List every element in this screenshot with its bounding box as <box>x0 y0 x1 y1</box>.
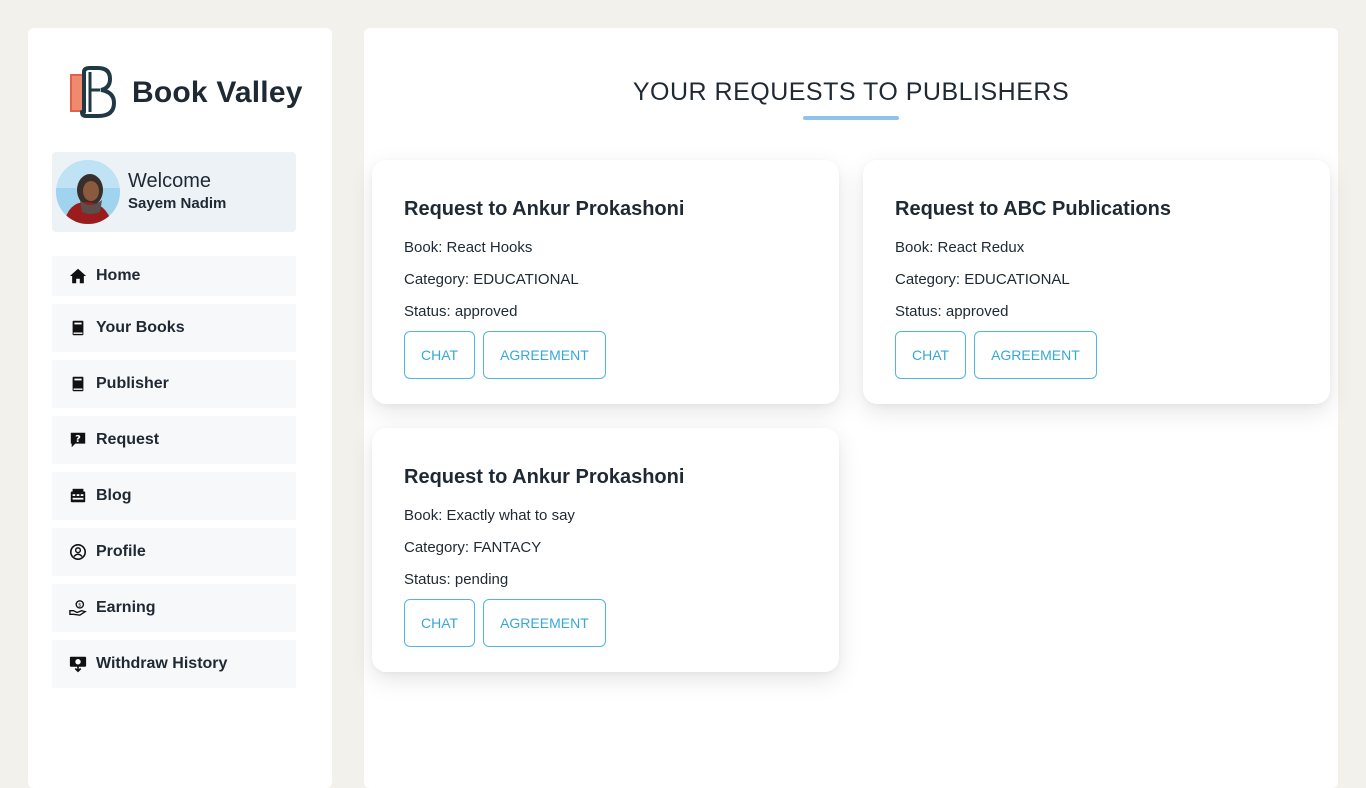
sidebar-item-label: Your Books <box>96 319 185 336</box>
request-card: Request to Ankur Prokashoni Book: React … <box>372 160 839 404</box>
agreement-button[interactable]: AGREEMENT <box>483 599 606 647</box>
chat-button[interactable]: CHAT <box>404 331 476 379</box>
avatar <box>56 160 120 224</box>
sidebar-item-your-books[interactable]: Your Books <box>52 304 296 352</box>
sidebar-item-label: Earning <box>96 599 156 616</box>
main-content: YOUR REQUESTS TO PUBLISHERS Request to A… <box>364 28 1338 788</box>
brand-name: Book Valley <box>132 76 303 109</box>
svg-text:?: ? <box>75 434 81 445</box>
request-category: Category: EDUCATIONAL <box>404 271 579 288</box>
sidebar-item-label: Request <box>96 431 160 448</box>
sidebar-item-profile[interactable]: Profile <box>52 528 296 576</box>
title-underline <box>803 116 899 120</box>
request-book: Book: React Redux <box>895 239 1025 256</box>
sidebar-item-label: Profile <box>96 543 146 560</box>
request-category: Category: FANTACY <box>404 539 542 556</box>
request-book: Book: Exactly what to say <box>404 507 575 524</box>
svg-text:$: $ <box>78 603 81 609</box>
withdraw-icon <box>68 654 88 674</box>
earning-hand-icon: $ <box>68 598 88 618</box>
request-title: Request to ABC Publications <box>895 198 1171 220</box>
book-valley-logo <box>70 66 117 118</box>
blog-icon <box>68 486 88 506</box>
request-status: Status: approved <box>895 303 1009 320</box>
book-icon <box>68 318 88 338</box>
request-status: Status: pending <box>404 571 509 588</box>
user-circle-icon <box>68 542 88 562</box>
request-card: Request to ABC Publications Book: React … <box>863 160 1330 404</box>
request-title: Request to Ankur Prokashoni <box>404 466 685 488</box>
sidebar-item-withdraw-history[interactable]: Withdraw History <box>52 640 296 688</box>
agreement-button[interactable]: AGREEMENT <box>483 331 606 379</box>
sidebar-item-blog[interactable]: Blog <box>52 472 296 520</box>
sidebar-nav: Home Your Books Publisher ? Request Blog <box>52 256 296 696</box>
book-icon <box>68 374 88 394</box>
sidebar-item-label: Blog <box>96 487 132 504</box>
welcome-username: Sayem Nadim <box>128 195 227 212</box>
agreement-button[interactable]: AGREEMENT <box>974 331 1097 379</box>
welcome-title: Welcome <box>128 170 211 192</box>
request-title: Request to Ankur Prokashoni <box>404 198 685 220</box>
home-icon <box>68 266 88 286</box>
chat-button[interactable]: CHAT <box>895 331 967 379</box>
sidebar: Book Valley Welcome Sayem Nadim Home You… <box>28 28 332 788</box>
request-status: Status: approved <box>404 303 518 320</box>
question-message-icon: ? <box>68 430 88 450</box>
sidebar-item-label: Home <box>96 267 141 284</box>
welcome-card: Welcome Sayem Nadim <box>52 152 296 232</box>
page-title: YOUR REQUESTS TO PUBLISHERS <box>632 78 1070 106</box>
request-category: Category: EDUCATIONAL <box>895 271 1070 288</box>
sidebar-item-label: Publisher <box>96 375 169 392</box>
sidebar-item-publisher[interactable]: Publisher <box>52 360 296 408</box>
request-card: Request to Ankur Prokashoni Book: Exactl… <box>372 428 839 672</box>
chat-button[interactable]: CHAT <box>404 599 476 647</box>
brand[interactable]: Book Valley <box>68 66 303 120</box>
sidebar-item-earning[interactable]: $ Earning <box>52 584 296 632</box>
sidebar-item-request[interactable]: ? Request <box>52 416 296 464</box>
request-book: Book: React Hooks <box>404 239 533 256</box>
sidebar-item-label: Withdraw History <box>96 655 228 672</box>
sidebar-item-home[interactable]: Home <box>52 256 296 296</box>
